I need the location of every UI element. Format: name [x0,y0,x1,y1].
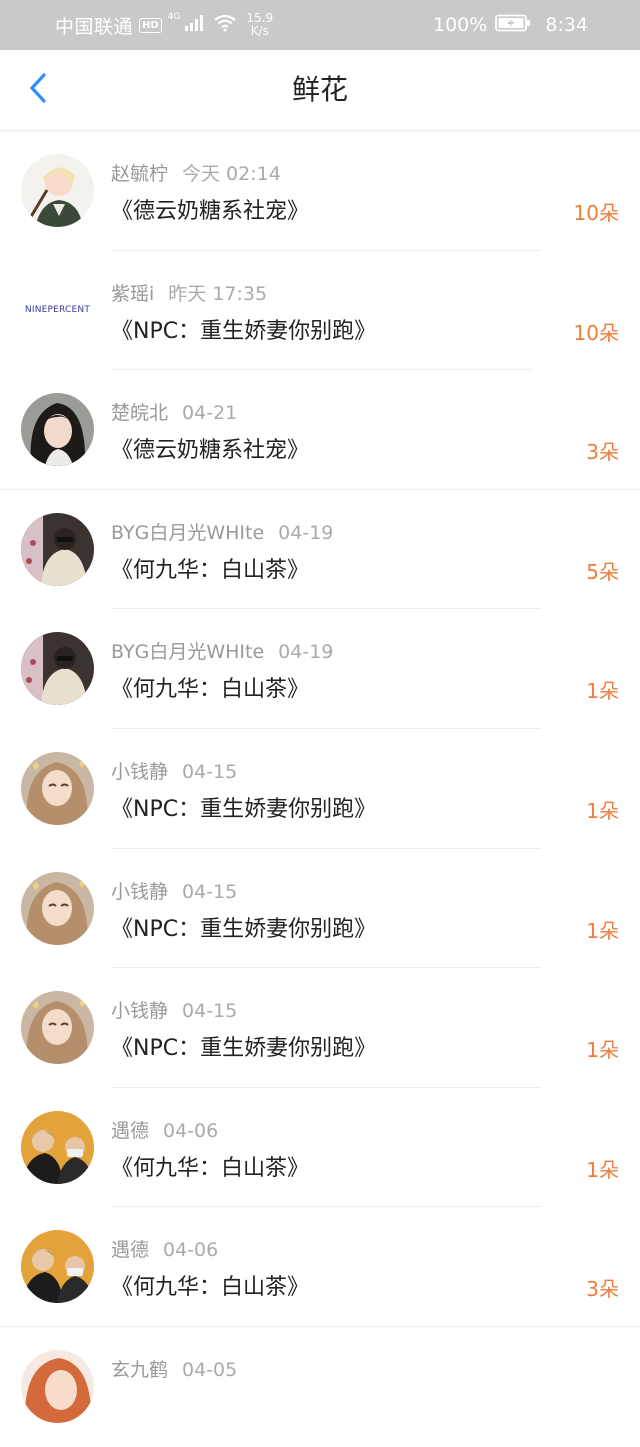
username[interactable]: 小钱静 [111,881,168,903]
flower-count: 10朵 [573,201,619,225]
user-avatar[interactable] [21,1349,94,1423]
nav-header: 鲜花 [0,50,640,131]
record-meta: BYG白月光WHIte 04-19 [111,637,333,664]
user-avatar[interactable] [21,632,94,706]
flower-count: 10朵 [573,320,619,345]
timestamp: 04-15 [182,760,238,783]
signal-icon [184,14,204,36]
book-title[interactable]: 《何九华：白山茶》 [111,671,309,703]
user-avatar[interactable] [21,1230,94,1304]
timestamp: 04-19 [278,521,334,544]
status-left: 中国联通 HD 4G 15.9 K/s [55,0,273,50]
list-item[interactable]: 赵毓柠 今天 02:14 《德云奶糖系社宠》 10朵 [0,131,640,251]
username[interactable]: BYG白月光WHIte [111,641,264,663]
list-item[interactable]: 遇德 04-06 《何九华：白山茶》 1朵 [0,1088,640,1208]
status-right: 100% 8:34 [433,0,588,50]
timestamp: 04-15 [182,880,238,903]
clock: 8:34 [545,14,588,36]
record-meta: 赵毓柠 今天 02:14 [111,159,281,186]
user-avatar[interactable] [21,393,94,467]
hd-badge: HD [139,17,162,33]
username[interactable]: 遇德 [111,1239,149,1261]
timestamp: 04-19 [278,641,334,664]
book-title[interactable]: 《德云奶糖系社宠》 [111,193,309,225]
speed-unit: K/s [250,24,269,38]
username[interactable]: 遇德 [111,1120,149,1142]
page-title: 鲜花 [291,73,348,106]
username[interactable]: 赵毓柠 [111,163,168,185]
username[interactable]: 紫瑶i [111,283,154,305]
flower-record-list: 赵毓柠 今天 02:14 《德云奶糖系社宠》 10朵 NINEPERCENT 紫瑶… [0,131,640,1447]
timestamp: 04-21 [182,402,238,425]
flower-count: 3朵 [586,440,619,465]
wifi-icon [214,14,237,36]
book-title[interactable]: 《何九华：白山茶》 [111,1269,309,1301]
user-avatar[interactable] [21,871,94,945]
record-meta: 小钱静 04-15 [111,877,237,904]
timestamp: 昨天 17:35 [168,282,268,305]
flower-count: 3朵 [586,1277,619,1302]
user-avatar[interactable]: NINEPERCENT [21,273,94,347]
carrier-name: 中国联通 [55,15,134,38]
book-title[interactable]: 《NPC：重生娇妻你别跑》 [111,313,376,345]
user-avatar[interactable] [21,512,94,586]
username[interactable]: 小钱静 [111,761,168,783]
username[interactable]: BYG白月光WHIte [111,522,264,544]
timestamp: 04-05 [182,1358,238,1381]
timestamp: 04-06 [163,1239,219,1262]
list-item[interactable]: BYG白月光WHIte 04-19 《何九华：白山茶》 1朵 [0,609,640,729]
list-item[interactable]: 楚皖北 04-21 《德云奶糖系社宠》 3朵 [0,370,640,490]
record-meta: 紫瑶i 昨天 17:35 [111,279,267,306]
network-speed: 15.9 K/s [246,12,273,38]
user-avatar[interactable] [21,991,94,1065]
flower-count: 1朵 [586,798,619,823]
record-meta: BYG白月光WHIte 04-19 [111,518,333,545]
list-item[interactable]: NINEPERCENT 紫瑶i 昨天 17:35 《NPC：重生娇妻你别跑》 10… [0,251,640,371]
book-title[interactable]: 《德云奶糖系社宠》 [111,432,309,464]
record-meta: 小钱静 04-15 [111,996,237,1023]
list-item[interactable]: 小钱静 04-15 《NPC：重生娇妻你别跑》 1朵 [0,729,640,849]
record-meta: 遇德 04-06 [111,1116,218,1143]
book-title[interactable]: 《NPC：重生娇妻你别跑》 [111,1030,376,1062]
username[interactable]: 小钱静 [111,1000,168,1022]
timestamp: 今天 02:14 [182,163,281,185]
list-item[interactable]: BYG白月光WHIte 04-19 《何九华：白山茶》 5朵 [0,490,640,610]
flower-count: 5朵 [586,559,619,584]
battery-charging-icon [495,14,531,36]
battery-percent: 100% [433,14,488,36]
user-avatar[interactable] [21,751,94,825]
timestamp: 04-06 [163,1119,219,1142]
record-meta: 遇德 04-06 [111,1235,218,1262]
flower-count: 1朵 [586,1157,619,1182]
book-title[interactable]: 《何九华：白山茶》 [111,1150,309,1182]
username[interactable]: 楚皖北 [111,402,168,424]
flower-count: 1朵 [586,679,619,704]
status-bar: 中国联通 HD 4G 15.9 K/s 100% 8:34 [0,0,640,50]
book-title[interactable]: 《何九华：白山茶》 [111,552,309,584]
user-avatar[interactable] [21,1110,94,1184]
flower-count: 1朵 [586,1038,619,1063]
book-title[interactable]: 《NPC：重生娇妻你别跑》 [111,791,376,823]
username[interactable]: 玄九鹤 [111,1359,168,1381]
record-meta: 楚皖北 04-21 [111,398,237,425]
network-type: 4G [167,12,181,22]
record-meta: 小钱静 04-15 [111,757,237,784]
timestamp: 04-15 [182,1000,238,1023]
list-item[interactable]: 小钱静 04-15 《NPC：重生娇妻你别跑》 1朵 [0,849,640,969]
book-title[interactable]: 《NPC：重生娇妻你别跑》 [111,911,376,943]
record-meta: 玄九鹤 04-05 [111,1355,237,1382]
list-item[interactable]: 小钱静 04-15 《NPC：重生娇妻你别跑》 1朵 [0,968,640,1088]
flower-count: 1朵 [586,918,619,943]
avatar-logo-text: NINEPERCENT [24,305,91,316]
list-item[interactable]: 遇德 04-06 《何九华：白山茶》 3朵 [0,1207,640,1327]
user-avatar[interactable] [21,154,94,227]
